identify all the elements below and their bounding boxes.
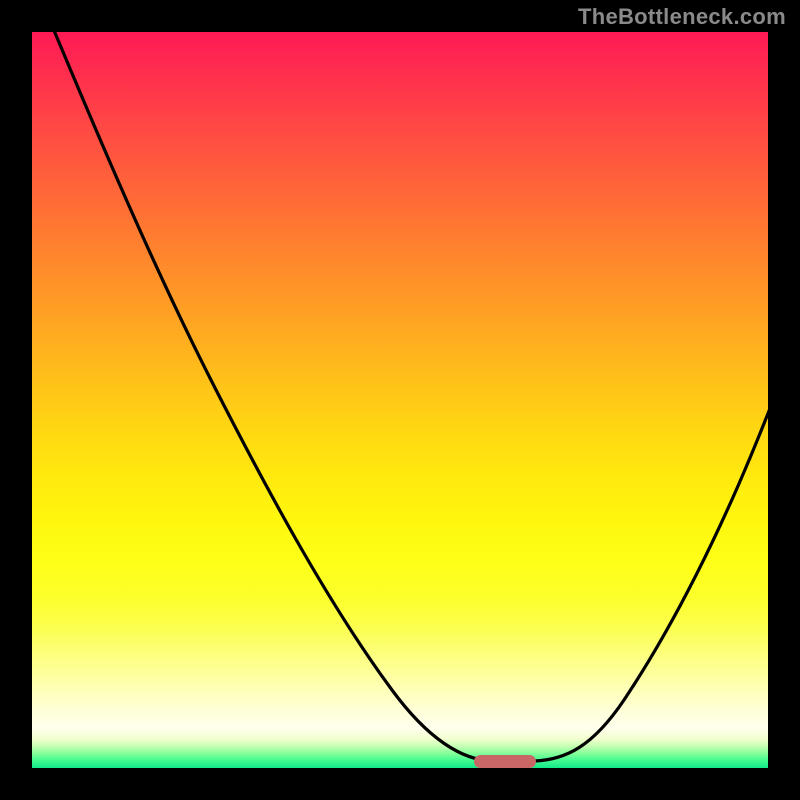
bottleneck-curve xyxy=(32,32,768,768)
plot-area xyxy=(32,32,768,768)
chart-frame: TheBottleneck.com xyxy=(0,0,800,800)
watermark-text: TheBottleneck.com xyxy=(578,4,786,30)
curve-path xyxy=(48,32,768,761)
selection-marker xyxy=(474,755,536,768)
